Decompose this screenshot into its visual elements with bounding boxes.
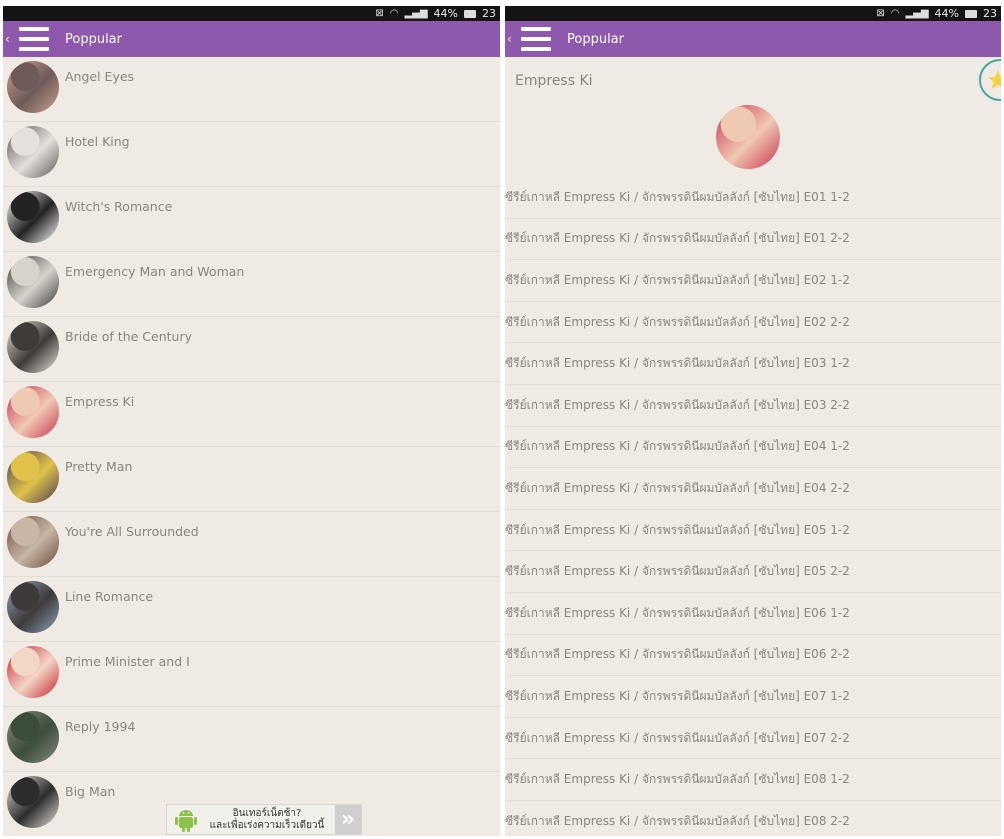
poster-avatar [7,126,59,178]
poster-avatar [7,776,59,828]
signal-icon: ▂▄▆ [404,8,428,19]
list-item-label: Reply 1994 [65,719,136,734]
status-bar: ⊠ ◠ ▂▄▆ 44% 23 [505,6,1001,21]
list-screen: ⊠ ◠ ▂▄▆ 44% 23 ‹ Poppular Angel Eyes Hote… [3,6,500,836]
list-item-label: Prime Minister and I [65,654,190,669]
list-item[interactable]: Emergency Man and Woman [3,252,500,317]
android-icon [175,809,197,832]
list-item-label: Line Romance [65,589,154,604]
mute-icon: ⊠ [876,8,885,19]
poster-avatar [7,581,59,633]
poster-avatar [7,646,59,698]
poster-avatar [7,386,59,438]
episode-row[interactable]: ซีรีย์เกาหลี Empress Ki / จักรพรรดินีผมบ… [505,635,1001,677]
status-time: 23 [983,7,997,20]
poster-avatar [7,256,59,308]
episode-list: ซีรีย์เกาหลี Empress Ki / จักรพรรดินีผมบ… [505,177,1001,836]
app-bar-title: Poppular [567,31,624,47]
episode-row[interactable]: ซีรีย์เกาหลี Empress Ki / จักรพรรดินีผมบ… [505,551,1001,593]
show-title: Empress Ki [515,73,593,89]
episode-row[interactable]: ซีรีย์เกาหลี Empress Ki / จักรพรรดินีผมบ… [505,759,1001,801]
wifi-icon: ◠ [389,8,399,19]
list-item[interactable]: Hotel King [3,122,500,187]
status-time: 23 [482,7,496,20]
list-item[interactable]: Empress Ki [3,382,500,447]
app-bar-title: Poppular [65,31,122,47]
favorite-button[interactable] [979,59,1001,101]
poster-avatar [7,321,59,373]
list-item-label: You're All Surrounded [65,524,199,539]
poster-avatar [7,61,59,113]
list-item-label: Big Man [65,784,116,799]
episode-row[interactable]: ซีรีย์เกาหลี Empress Ki / จักรพรรดินีผมบ… [505,676,1001,718]
list-item-label: Bride of the Century [65,329,192,344]
app-bar: ‹ Poppular [505,21,1001,57]
battery-percent: 44% [934,7,959,20]
detail-screen: ⊠ ◠ ▂▄▆ 44% 23 ‹ Poppular Empress Ki ซีร… [505,6,1001,836]
episode-row[interactable]: ซีรีย์เกาหลี Empress Ki / จักรพรรดินีผมบ… [505,219,1001,261]
list-item[interactable]: Prime Minister and I [3,642,500,707]
show-poster [716,105,780,169]
episode-row[interactable]: ซีรีย์เกาหลี Empress Ki / จักรพรรดินีผมบ… [505,427,1001,469]
star-icon [987,69,1001,90]
list-item[interactable]: Line Romance [3,577,500,642]
ad-line-1: อินเทอร์เน็ตช้า? [232,807,302,819]
episode-row[interactable]: ซีรีย์เกาหลี Empress Ki / จักรพรรดินีผมบ… [505,302,1001,344]
episode-row[interactable]: ซีรีย์เกาหลี Empress Ki / จักรพรรดินีผมบ… [505,260,1001,302]
list-item[interactable]: Reply 1994 [3,707,500,772]
episode-row[interactable]: ซีรีย์เกาหลี Empress Ki / จักรพรรดินีผมบ… [505,343,1001,385]
list-item[interactable]: Pretty Man [3,447,500,512]
list-item[interactable]: You're All Surrounded [3,512,500,577]
wifi-icon: ◠ [890,8,900,19]
episode-row[interactable]: ซีรีย์เกาหลี Empress Ki / จักรพรรดินีผมบ… [505,593,1001,635]
poster-avatar [7,711,59,763]
mute-icon: ⊠ [375,8,384,19]
list-item-label: Witch's Romance [65,199,173,214]
drama-list: Angel Eyes Hotel King Witch's Romance Emerg… [3,57,500,836]
episode-row[interactable]: ซีรีย์เกาหลี Empress Ki / จักรพรรดินีผมบ… [505,385,1001,427]
list-item-label: Hotel King [65,134,130,149]
hamburger-menu-icon[interactable] [19,27,49,51]
ad-banner[interactable]: อินเทอร์เน็ตช้า? และเพื่อเร่งความเร็วเดี… [166,804,362,835]
signal-icon: ▂▄▆ [905,8,929,19]
list-item-label: Empress Ki [65,394,135,409]
battery-percent: 44% [433,7,458,20]
episode-row[interactable]: ซีรีย์เกาหลี Empress Ki / จักรพรรดินีผมบ… [505,718,1001,760]
episode-row[interactable]: ซีรีย์เกาหลี Empress Ki / จักรพรรดินีผมบ… [505,468,1001,510]
poster-avatar [7,191,59,243]
battery-icon [965,9,977,18]
list-item[interactable]: Witch's Romance [3,187,500,252]
ad-text: อินเทอร์เน็ตช้า? และเพื่อเร่งความเร็วเดี… [199,808,335,832]
list-item-label: Angel Eyes [65,69,135,84]
app-bar: ‹ Poppular [3,21,500,57]
ad-arrow-icon[interactable]: » [335,805,361,834]
status-bar: ⊠ ◠ ▂▄▆ 44% 23 [3,6,500,21]
list-item-label: Emergency Man and Woman [65,264,245,279]
show-header: Empress Ki [505,57,1001,105]
list-item[interactable]: Bride of the Century [3,317,500,382]
hamburger-menu-icon[interactable] [521,27,551,51]
back-chevron-icon[interactable]: ‹ [3,32,15,46]
episode-row[interactable]: ซีรีย์เกาหลี Empress Ki / จักรพรรดินีผมบ… [505,177,1001,219]
back-chevron-icon[interactable]: ‹ [505,32,517,46]
poster-avatar [7,516,59,568]
list-item-label: Pretty Man [65,459,133,474]
episode-row[interactable]: ซีรีย์เกาหลี Empress Ki / จักรพรรดินีผมบ… [505,510,1001,552]
poster-avatar [7,451,59,503]
battery-icon [464,9,476,18]
list-item[interactable]: Angel Eyes [3,57,500,122]
episode-row[interactable]: ซีรีย์เกาหลี Empress Ki / จักรพรรดินีผมบ… [505,801,1001,836]
ad-line-2: และเพื่อเร่งความเร็วเดียวนี้ [209,819,325,831]
